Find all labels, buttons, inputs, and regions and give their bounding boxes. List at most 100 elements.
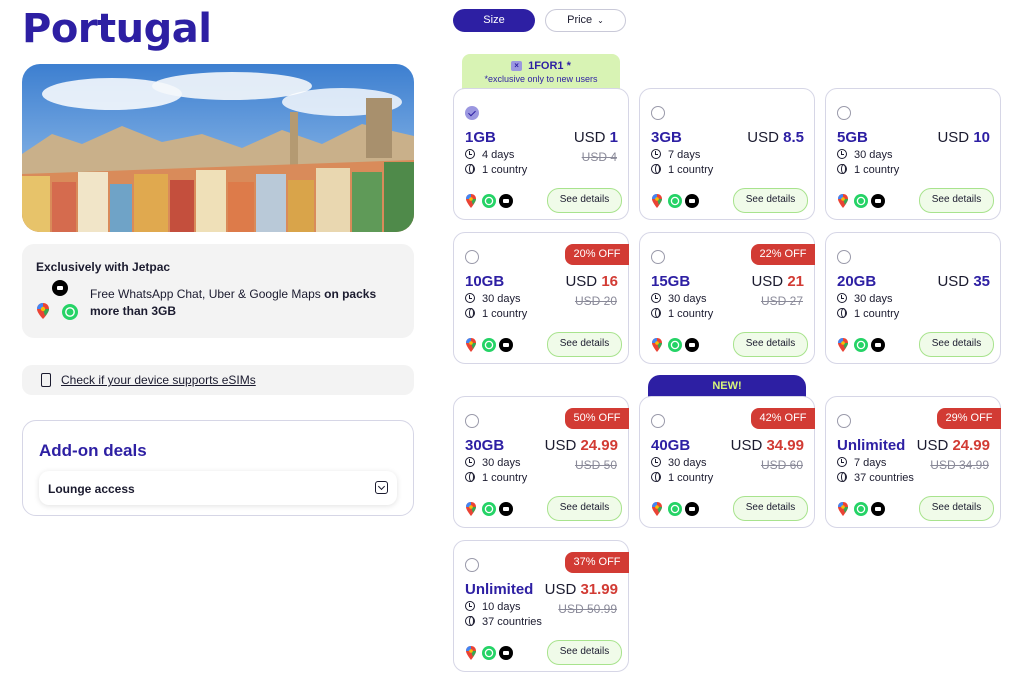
duration-text: 7 days [668,149,701,161]
whatsapp-icon [668,194,682,208]
see-details-button[interactable]: See details [547,332,622,357]
plan-price: USD 31.99 [545,581,618,598]
uber-icon [499,646,513,660]
plan-data-amount: Unlimited [465,581,534,598]
see-details-button[interactable]: See details [733,332,808,357]
plan-data-amount: Unlimited [837,437,906,454]
plan-card[interactable]: 29% OFF Unlimited USD 24.99 USD 34.99 7 days… [825,396,1001,528]
whatsapp-icon [482,194,496,208]
plan-card[interactable]: 20% OFF 10GB USD 16 USD 20 30 days 1 country S… [453,232,629,364]
lounge-access-dropdown[interactable]: Lounge access [39,471,397,505]
uber-icon [871,502,885,516]
see-details-button[interactable]: See details [919,496,994,521]
discount-badge: 37% OFF [565,552,629,573]
discount-badge: 20% OFF [565,244,629,265]
coverage-text: 1 country [482,308,528,320]
globe-icon [837,164,847,174]
included-apps [651,337,711,353]
see-details-button[interactable]: See details [547,188,622,213]
whatsapp-icon [482,502,496,516]
plan-card[interactable]: 22% OFF 15GB USD 21 USD 27 30 days 1 country S… [639,232,815,364]
currency-label: USD [916,437,949,454]
plan-radio[interactable] [837,106,851,120]
plan-duration: 7 days [651,149,700,161]
plan-coverage: 1 country [651,308,713,320]
price-amount: 16 [601,273,618,290]
globe-icon [651,164,661,174]
included-apps [465,193,525,209]
google-maps-icon [652,502,662,516]
see-details-button[interactable]: See details [547,496,622,521]
see-details-button[interactable]: See details [733,188,808,213]
see-details-button[interactable]: See details [919,188,994,213]
plan-card[interactable]: 3GB USD 8.5 7 days 1 country See details [639,88,815,220]
plan-coverage: 37 countries [837,472,914,484]
uber-icon [685,194,699,208]
plan-radio[interactable] [837,414,851,428]
globe-icon [465,164,475,174]
coverage-text: 1 country [482,164,528,176]
google-maps-icon [466,646,476,660]
currency-label: USD [747,129,779,146]
included-apps [837,337,897,353]
price-amount: 8.5 [783,129,804,146]
globe-icon [837,308,847,318]
plan-data-amount: 20GB [837,273,877,290]
plan-radio[interactable] [837,250,851,264]
globe-icon [651,472,661,482]
plan-card[interactable]: 1GB USD 1 USD 4 4 days 1 country See details [453,88,629,220]
globe-icon [465,308,475,318]
plan-radio[interactable] [465,414,479,428]
google-maps-icon [838,338,848,352]
plan-coverage: 1 country [651,472,713,484]
plan-coverage: 1 country [651,164,713,176]
price-amount: 31.99 [580,581,618,598]
price-amount: 1 [609,129,618,146]
clock-icon [651,149,661,159]
whatsapp-icon [854,502,868,516]
uber-icon [499,338,513,352]
plan-data-amount: 3GB [651,129,682,146]
discount-badge: 50% OFF [565,408,629,429]
google-maps-icon [838,502,848,516]
esim-check-link[interactable]: Check if your device supports eSIMs [61,373,256,387]
see-details-button[interactable]: See details [919,332,994,357]
plan-card[interactable]: 5GB USD 10 30 days 1 country See details [825,88,1001,220]
sort-price-button[interactable]: Price ⌄ [545,9,626,32]
promo-code: × 1FOR1 * [462,60,620,72]
whatsapp-icon [482,338,496,352]
chevron-down-icon[interactable] [375,481,388,494]
uber-icon [499,502,513,516]
plan-radio[interactable] [651,414,665,428]
plan-duration: 30 days [465,293,521,305]
coverage-text: 1 country [668,164,714,176]
price-amount: 24.99 [580,437,618,454]
plan-coverage: 1 country [837,308,899,320]
see-details-button[interactable]: See details [547,640,622,665]
sort-size-button[interactable]: Size [453,9,535,32]
plan-radio[interactable] [651,250,665,264]
plan-card[interactable]: 37% OFF Unlimited USD 31.99 USD 50.99 10 day… [453,540,629,672]
promo-banner: × 1FOR1 * *exclusive only to new users [462,54,620,90]
esim-check-bar[interactable]: Check if your device supports eSIMs [22,365,414,395]
plan-data-amount: 10GB [465,273,505,290]
duration-text: 30 days [668,457,707,469]
duration-text: 30 days [854,293,893,305]
discount-badge: 29% OFF [937,408,1001,429]
see-details-button[interactable]: See details [733,496,808,521]
plan-radio[interactable] [465,558,479,572]
google-maps-icon [37,303,49,319]
included-apps [651,501,711,517]
original-price: USD 34.99 [930,458,989,472]
plan-radio[interactable] [651,106,665,120]
plan-price: USD 21 [751,273,804,290]
whatsapp-icon [854,338,868,352]
plan-card[interactable]: 42% OFF 40GB USD 34.99 USD 60 30 days 1 count… [639,396,815,528]
plan-radio[interactable] [465,106,479,120]
globe-icon [465,616,475,626]
plan-radio[interactable] [465,250,479,264]
duration-text: 30 days [854,149,893,161]
plan-card[interactable]: 20GB USD 35 30 days 1 country See details [825,232,1001,364]
plan-duration: 30 days [837,149,893,161]
plan-card[interactable]: 50% OFF 30GB USD 24.99 USD 50 30 days 1 count… [453,396,629,528]
